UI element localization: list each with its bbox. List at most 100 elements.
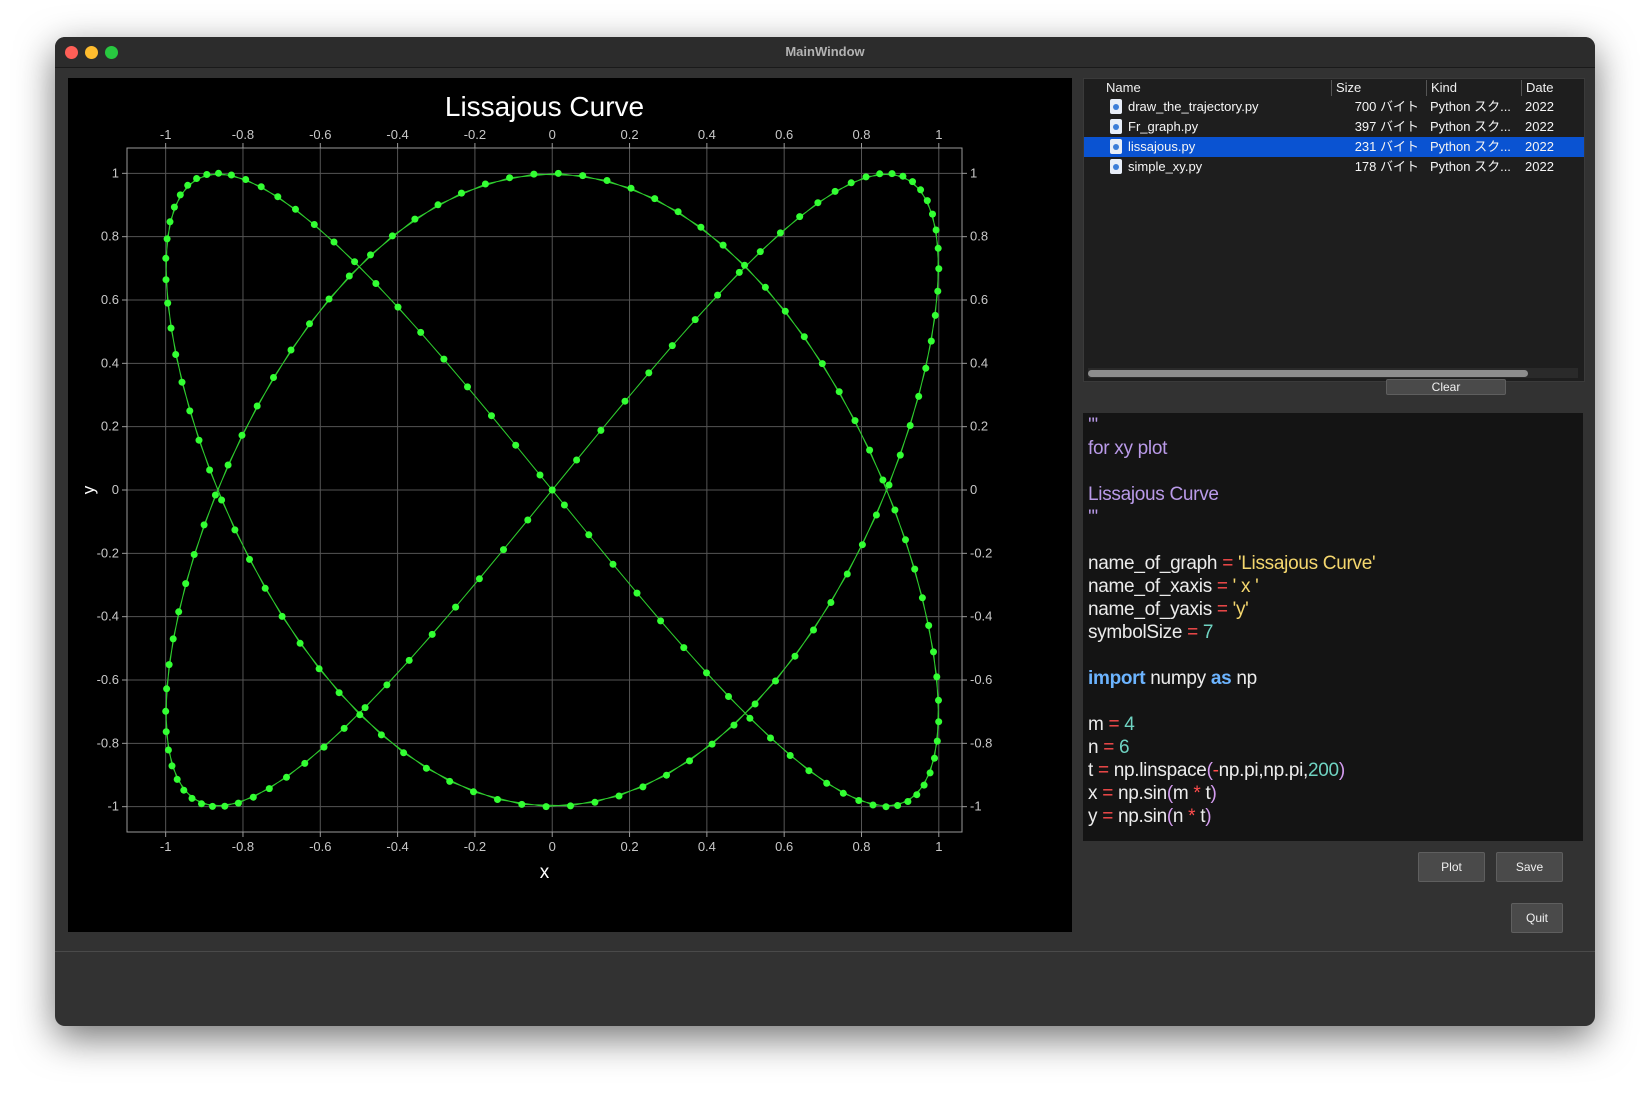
data-point (746, 714, 754, 722)
data-point (162, 276, 170, 284)
code-token: ''' (1088, 415, 1098, 436)
data-point (536, 471, 544, 479)
data-point (190, 551, 198, 558)
data-point (751, 700, 759, 708)
code-token: 200 (1308, 760, 1339, 781)
data-point (560, 501, 568, 509)
title-bar: MainWindow (55, 37, 1595, 68)
x-tick-label: -0.4 (386, 839, 408, 854)
data-point (639, 783, 647, 791)
code-token: 'Lissajous Curve' (1232, 553, 1376, 574)
code-line: name_of_yaxis = 'y' (1088, 599, 1249, 621)
plot-area[interactable]: -1 -1 -0.8 -0.8 -0.6 -0.6 -0.4 -0.4 -0.2 -0.2 0 0 0.… (68, 78, 1072, 932)
data-point (162, 707, 170, 715)
data-point (186, 407, 194, 415)
data-point (827, 599, 835, 606)
file-browser-scrollbar[interactable] (1088, 368, 1578, 378)
data-point (162, 254, 170, 262)
data-point (866, 446, 874, 454)
data-point (725, 693, 732, 700)
x-tick-label: 0.6 (775, 839, 793, 854)
data-point (835, 388, 843, 396)
code-token: symbolSize (1088, 622, 1188, 643)
data-point (345, 272, 353, 280)
scrollbar-thumb[interactable] (1088, 370, 1528, 377)
data-point (512, 441, 520, 449)
file-size: 397 バイト (1354, 119, 1419, 134)
data-point (920, 781, 928, 789)
file-row[interactable]: draw_the_trajectory.py 700 バイト Python スク..… (1084, 97, 1584, 117)
data-point (253, 402, 261, 410)
data-point (227, 171, 235, 179)
data-point (166, 218, 174, 226)
save-button[interactable]: Save (1496, 852, 1563, 882)
plot-button[interactable]: Plot (1418, 852, 1485, 882)
data-point (657, 617, 665, 625)
data-point (372, 280, 380, 287)
data-point (935, 265, 943, 273)
quit-button[interactable]: Quit (1511, 903, 1563, 933)
column-header-size[interactable]: Size (1331, 80, 1426, 96)
column-header-name[interactable]: Name (1102, 80, 1332, 96)
code-editor[interactable]: ''' for xy plot Lissajous Curve ''' name_of_… (1083, 413, 1583, 841)
data-point (292, 205, 299, 213)
code-token: for xy plot (1088, 438, 1168, 459)
code-token: Lissajous Curve (1088, 484, 1219, 505)
data-point (885, 481, 893, 489)
data-point (818, 360, 826, 368)
data-point (325, 295, 333, 303)
file-row[interactable]: lissajous.py 231 バイト Python スク... 2022 (1084, 137, 1584, 157)
data-point (481, 180, 489, 188)
data-point (175, 608, 183, 616)
file-kind: Python スク... (1430, 139, 1511, 154)
data-point (931, 311, 939, 319)
data-point (730, 721, 738, 729)
data-point (896, 451, 904, 459)
code-line: symbolSize = 7 (1088, 622, 1213, 644)
data-point (603, 177, 611, 184)
code-token: = (1108, 714, 1120, 735)
data-point (579, 172, 587, 180)
code-token: 'y' (1227, 599, 1249, 620)
data-point (234, 799, 242, 807)
main-window: MainWindow -1 -1 -0.8 -0.8 -0.6 -0.6 -0.4 -0.4-… (55, 37, 1595, 1026)
column-header-date[interactable]: Date (1521, 80, 1586, 96)
data-point (287, 346, 295, 354)
data-point (411, 215, 419, 223)
x-tick-label-top: -0.4 (386, 127, 408, 142)
y-tick-label-right: -1 (970, 799, 982, 814)
code-line: m = 4 (1088, 714, 1135, 736)
data-point (163, 685, 171, 693)
data-point (162, 728, 170, 736)
data-point (609, 560, 617, 568)
code-token: m (1172, 783, 1194, 804)
file-row[interactable]: simple_xy.py 178 バイト Python スク... 2022 (1084, 157, 1584, 177)
code-line: for xy plot (1088, 438, 1167, 460)
data-point (913, 791, 921, 799)
data-point (735, 268, 743, 276)
file-row[interactable]: Fr_graph.py 397 バイト Python スク... 2022 (1084, 117, 1584, 137)
data-point (926, 769, 934, 777)
file-kind: Python スク... (1430, 119, 1511, 134)
data-point (800, 333, 808, 341)
data-point (767, 734, 774, 742)
file-date: 2022 (1525, 119, 1554, 134)
code-token: numpy (1145, 668, 1211, 689)
code-token: ' x ' (1227, 576, 1259, 597)
column-header-kind[interactable]: Kind (1426, 80, 1521, 96)
code-line: ''' (1088, 415, 1098, 437)
data-point (257, 183, 265, 191)
y-tick-label-right: 0 (970, 482, 977, 497)
y-tick-label-right: 0.6 (970, 292, 988, 307)
data-point (464, 383, 471, 391)
code-token: name_of_xaxis (1088, 576, 1217, 597)
data-point (188, 794, 196, 802)
x-tick-label-top: -1 (160, 127, 172, 142)
window-title: MainWindow (785, 44, 865, 59)
data-point (428, 630, 436, 638)
data-point (221, 802, 229, 810)
status-bar-divider (55, 951, 1595, 952)
code-token: ''' (1088, 507, 1098, 528)
file-browser[interactable]: Name Size Kind Date draw_the_trajectory.… (1083, 78, 1585, 382)
clear-button[interactable]: Clear (1386, 379, 1506, 395)
